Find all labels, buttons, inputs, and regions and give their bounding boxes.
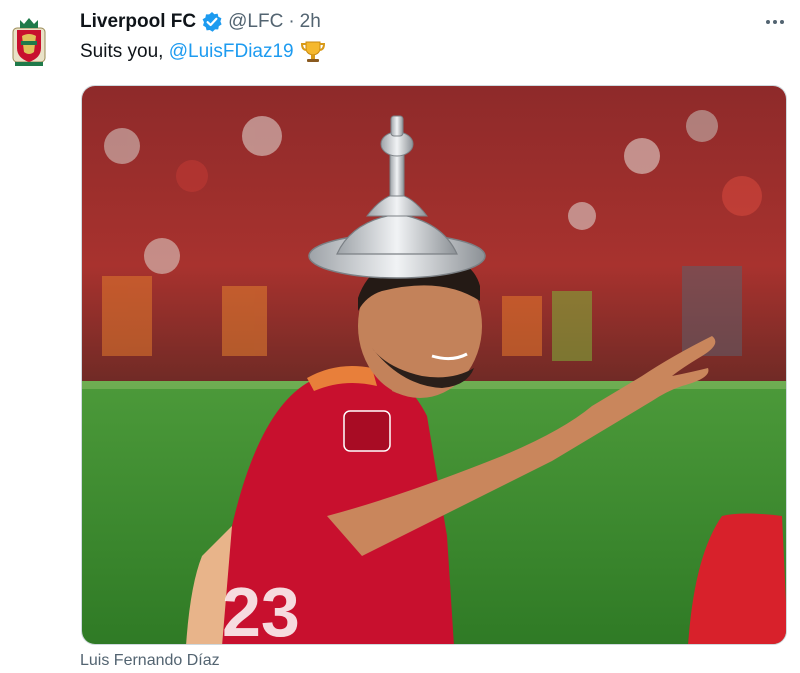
more-options-icon[interactable] [760, 10, 790, 34]
author-avatar[interactable] [8, 14, 50, 68]
separator-dot: · [288, 11, 295, 32]
author-name[interactable]: Liverpool FC [80, 11, 196, 33]
tweet-header: Liverpool FC @LFC · 2h [80, 10, 321, 34]
more-dot [773, 20, 777, 24]
media-caption: Luis Fernando Díaz [80, 652, 220, 669]
author-handle[interactable]: @LFC [228, 11, 283, 33]
verified-badge-icon [201, 11, 223, 33]
more-dot [766, 20, 770, 24]
tweet-timestamp[interactable]: 2h [300, 11, 321, 33]
svg-text:23: 23 [222, 573, 300, 645]
photo-illustration: 23 [82, 86, 786, 645]
more-dot [780, 20, 784, 24]
tweet-media-photo[interactable]: 23 [81, 85, 787, 645]
tweet-text-prefix: Suits you, [80, 41, 169, 62]
liverpool-crest-icon [12, 18, 46, 66]
trophy-icon [300, 39, 326, 65]
tweet-text: Suits you, @LuisFDiaz19 [80, 39, 326, 65]
mention-link[interactable]: @LuisFDiaz19 [169, 41, 294, 63]
